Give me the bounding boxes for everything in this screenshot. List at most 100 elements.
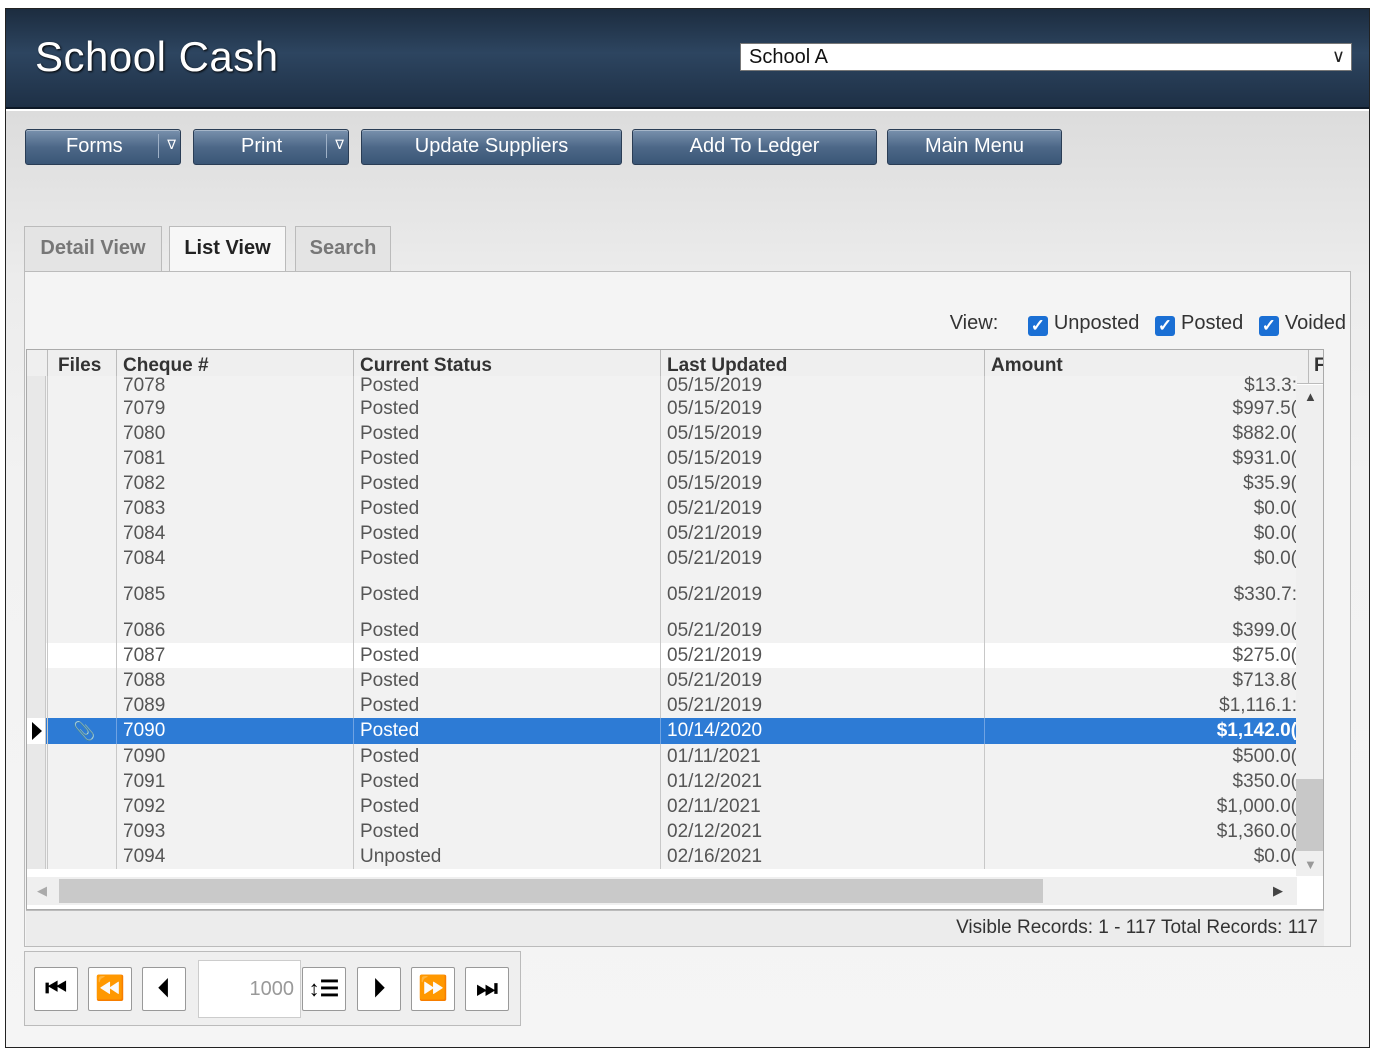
- files-cell[interactable]: [47, 769, 117, 794]
- amount-cell[interactable]: $0.0(: [984, 496, 1297, 521]
- previous-icon[interactable]: ⏴: [142, 967, 186, 1011]
- amount-cell[interactable]: $0.0(: [984, 521, 1297, 546]
- cheque-cell[interactable]: 7090: [116, 718, 354, 744]
- tab-detail-view[interactable]: Detail View: [24, 226, 162, 272]
- table-row[interactable]: 7086 Posted 05/21/2019 $399.0(: [27, 618, 1297, 643]
- row-indicator[interactable]: [27, 819, 46, 844]
- cheque-cell[interactable]: 7084: [116, 546, 354, 571]
- files-cell[interactable]: [47, 571, 117, 618]
- row-indicator[interactable]: [27, 571, 46, 618]
- table-row[interactable]: 7091 Posted 01/12/2021 $350.0(: [27, 769, 1297, 794]
- status-cell[interactable]: Posted: [353, 421, 660, 446]
- cheque-cell[interactable]: 7084: [116, 521, 354, 546]
- amount-cell[interactable]: $330.7:: [984, 571, 1297, 618]
- cheque-cell[interactable]: 7079: [116, 396, 354, 421]
- last-updated-cell[interactable]: 05/15/2019: [660, 396, 984, 421]
- row-indicator[interactable]: [27, 668, 46, 693]
- status-cell[interactable]: Unposted: [353, 844, 660, 869]
- last-updated-cell[interactable]: 02/11/2021: [660, 794, 984, 819]
- forms-menu-button[interactable]: Forms ∇: [25, 129, 181, 165]
- cheque-cell[interactable]: 7080: [116, 421, 354, 446]
- status-cell[interactable]: Posted: [353, 446, 660, 471]
- status-cell[interactable]: Posted: [353, 794, 660, 819]
- files-cell[interactable]: [47, 744, 117, 769]
- amount-cell[interactable]: $882.0(: [984, 421, 1297, 446]
- table-row[interactable]: 7083 Posted 05/21/2019 $0.0(: [27, 496, 1297, 521]
- amount-cell[interactable]: $997.5(: [984, 396, 1297, 421]
- row-indicator[interactable]: [27, 446, 46, 471]
- files-cell[interactable]: [47, 668, 117, 693]
- files-cell[interactable]: [47, 794, 117, 819]
- amount-cell[interactable]: $713.8(: [984, 668, 1297, 693]
- table-row[interactable]: 7085 Posted 05/21/2019 $330.7:: [27, 571, 1297, 618]
- last-updated-cell[interactable]: 05/21/2019: [660, 643, 984, 668]
- row-indicator[interactable]: [27, 744, 46, 769]
- tab-list-view[interactable]: List View: [169, 226, 286, 273]
- status-cell[interactable]: Posted: [353, 571, 660, 618]
- last-updated-cell[interactable]: 02/12/2021: [660, 819, 984, 844]
- status-cell[interactable]: Posted: [353, 718, 660, 744]
- scroll-right-icon[interactable]: ▶: [1273, 883, 1283, 899]
- row-indicator[interactable]: [27, 794, 46, 819]
- last-updated-cell[interactable]: 05/21/2019: [660, 521, 984, 546]
- last-updated-cell[interactable]: 05/21/2019: [660, 496, 984, 521]
- page-size-list-icon[interactable]: ↕☰: [302, 967, 346, 1011]
- row-indicator[interactable]: [27, 521, 46, 546]
- table-row[interactable]: 📎 7090 Posted 10/14/2020 $1,142.0(: [27, 718, 1297, 744]
- files-cell[interactable]: [47, 643, 117, 668]
- last-updated-cell[interactable]: 05/21/2019: [660, 693, 984, 718]
- scroll-thumb[interactable]: [1296, 779, 1323, 851]
- posted-checkbox[interactable]: ✓ Posted: [1155, 312, 1243, 336]
- row-indicator[interactable]: [27, 471, 46, 496]
- amount-cell[interactable]: $399.0(: [984, 618, 1297, 643]
- files-cell[interactable]: [47, 446, 117, 471]
- column-header-extra[interactable]: F: [1308, 350, 1323, 384]
- cheque-cell[interactable]: 7081: [116, 446, 354, 471]
- status-cell[interactable]: Posted: [353, 396, 660, 421]
- last-updated-cell[interactable]: 05/15/2019: [660, 376, 984, 396]
- add-to-ledger-button[interactable]: Add To Ledger: [632, 129, 877, 165]
- status-cell[interactable]: Posted: [353, 496, 660, 521]
- update-suppliers-button[interactable]: Update Suppliers: [361, 129, 622, 165]
- cheque-cell[interactable]: 7093: [116, 819, 354, 844]
- amount-cell[interactable]: $350.0(: [984, 769, 1297, 794]
- amount-cell[interactable]: $1,116.1:: [984, 693, 1297, 718]
- table-row[interactable]: 7078 Posted 05/15/2019 $13.3:: [27, 376, 1297, 396]
- files-cell[interactable]: [47, 496, 117, 521]
- next-icon[interactable]: ⏵: [357, 967, 401, 1011]
- last-updated-cell[interactable]: 05/15/2019: [660, 421, 984, 446]
- cheque-cell[interactable]: 7083: [116, 496, 354, 521]
- amount-cell[interactable]: $1,360.0(: [984, 819, 1297, 844]
- first-page-icon[interactable]: ⏮: [34, 967, 78, 1011]
- row-indicator[interactable]: [27, 496, 46, 521]
- row-indicator[interactable]: [27, 396, 46, 421]
- last-updated-cell[interactable]: 05/21/2019: [660, 546, 984, 571]
- amount-cell[interactable]: $1,000.0(: [984, 794, 1297, 819]
- status-cell[interactable]: Posted: [353, 819, 660, 844]
- cheque-cell[interactable]: 7078: [116, 376, 354, 396]
- fast-forward-icon[interactable]: ⏩: [411, 967, 455, 1011]
- row-indicator[interactable]: [27, 844, 46, 869]
- row-indicator[interactable]: [27, 421, 46, 446]
- cheque-cell[interactable]: 7088: [116, 668, 354, 693]
- horizontal-scrollbar[interactable]: ◀ ▶: [27, 877, 1297, 905]
- status-cell[interactable]: Posted: [353, 618, 660, 643]
- voided-checkbox[interactable]: ✓ Voided: [1258, 312, 1346, 336]
- cheque-cell[interactable]: 7082: [116, 471, 354, 496]
- files-cell[interactable]: 📎: [47, 718, 117, 744]
- amount-cell[interactable]: $931.0(: [984, 446, 1297, 471]
- cheque-cell[interactable]: 7086: [116, 618, 354, 643]
- cheque-cell[interactable]: 7090: [116, 744, 354, 769]
- tab-search[interactable]: Search: [295, 226, 391, 272]
- scroll-up-icon[interactable]: ▲: [1304, 389, 1317, 404]
- cheque-cell[interactable]: 7091: [116, 769, 354, 794]
- last-updated-cell[interactable]: 01/12/2021: [660, 769, 984, 794]
- cheque-cell[interactable]: 7087: [116, 643, 354, 668]
- page-size-input[interactable]: 1000: [198, 960, 301, 1018]
- files-cell[interactable]: [47, 521, 117, 546]
- files-cell[interactable]: [47, 819, 117, 844]
- attachment-icon[interactable]: 📎: [73, 718, 95, 744]
- table-row[interactable]: 7090 Posted 01/11/2021 $500.0(: [27, 744, 1297, 769]
- row-indicator[interactable]: [27, 618, 46, 643]
- row-indicator[interactable]: [27, 546, 46, 571]
